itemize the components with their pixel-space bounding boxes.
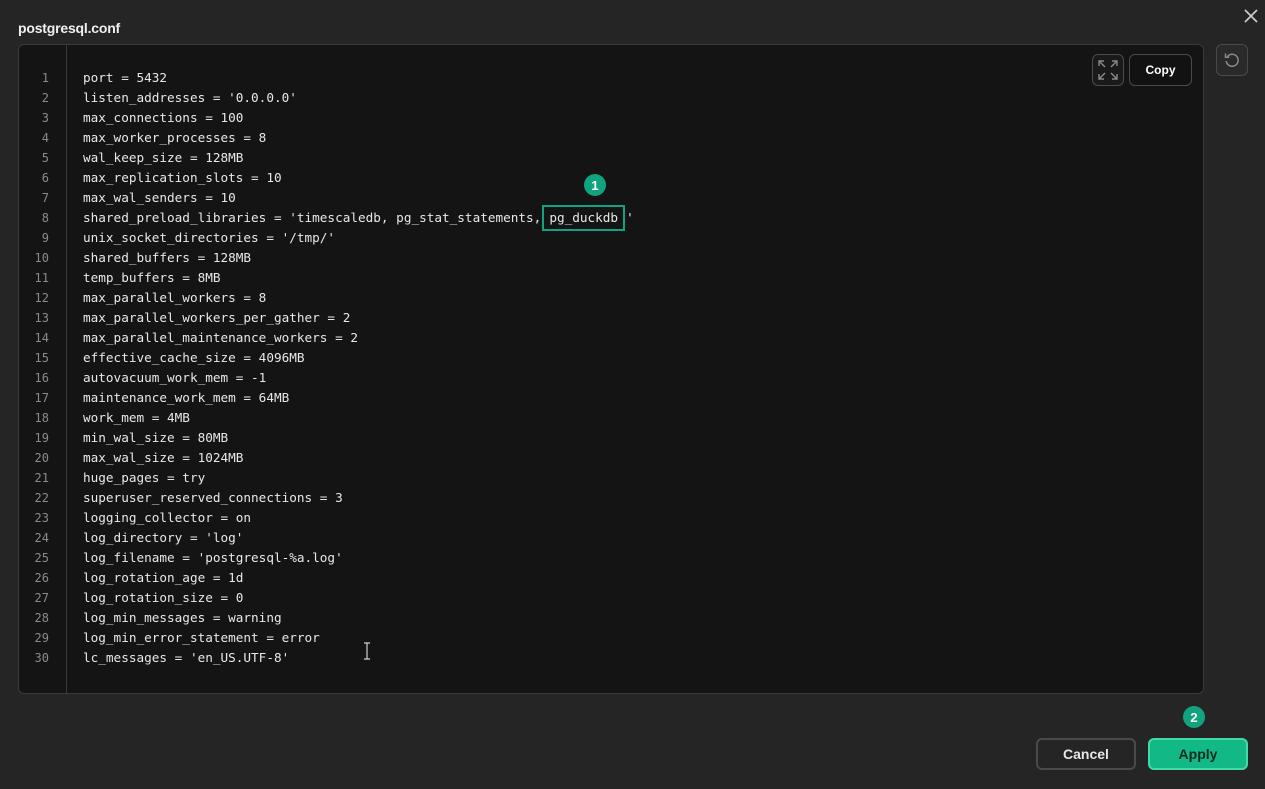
config-editor-dialog: postgresql.conf 1 2 3 4 5 6 7 8 9 10 11 12 13 14 15 16 1… [0,0,1265,789]
code-line[interactable]: min_wal_size = 80MB [83,428,228,448]
line-number: 8 [41,211,49,225]
code-line[interactable]: max_wal_size = 1024MB [83,448,243,468]
line-number: 23 [34,511,49,525]
code-line[interactable]: max_parallel_workers = 8 [83,288,266,308]
code-line[interactable]: max_wal_senders = 10 [83,188,236,208]
code-line[interactable]: max_parallel_workers_per_gather = 2 [83,308,350,328]
dialog-title: postgresql.conf [18,20,121,36]
code-line[interactable]: superuser_reserved_connections = 3 [83,488,343,508]
code-line[interactable]: lc_messages = 'en_US.UTF-8' [83,648,289,668]
line-number: 2 [41,91,49,105]
code-line[interactable]: effective_cache_size = 4096MB [83,348,305,368]
code-line[interactable]: work_mem = 4MB [83,408,190,428]
line-number: 29 [34,631,49,645]
line-number: 6 [41,171,49,185]
expand-button[interactable] [1092,54,1124,86]
line-number: 1 [41,71,49,85]
line-number: 12 [34,291,49,305]
code-line[interactable]: max_parallel_maintenance_workers = 2 [83,328,358,348]
line-number: 17 [34,391,49,405]
reset-button[interactable] [1216,44,1248,76]
line-number: 3 [41,111,49,125]
line-number: 5 [41,151,49,165]
highlighted-token: pg_duckdb [542,205,626,231]
code-line[interactable]: logging_collector = on [83,508,251,528]
line-number: 4 [41,131,49,145]
close-icon [1244,9,1258,23]
line-number: 21 [34,471,49,485]
line-number: 25 [34,551,49,565]
code-line[interactable]: shared_buffers = 128MB [83,248,251,268]
line-tail: ' [626,210,634,225]
code-line[interactable]: max_replication_slots = 10 [83,168,282,188]
step-marker-1: 1 [584,174,606,196]
line-number: 28 [34,611,49,625]
line-number: 14 [34,331,49,345]
step-marker-2: 2 [1183,706,1205,728]
code-line[interactable]: port = 5432 [83,68,167,88]
line-number: 18 [34,411,49,425]
text-cursor-icon [364,642,370,660]
code-line[interactable]: huge_pages = try [83,468,205,488]
code-line[interactable]: unix_socket_directories = '/tmp/' [83,228,335,248]
line-number: 19 [34,431,49,445]
line-number: 16 [34,371,49,385]
line-number: 30 [34,651,49,665]
code-line[interactable]: wal_keep_size = 128MB [83,148,243,168]
cancel-button[interactable]: Cancel [1036,738,1136,770]
code-line[interactable]: log_directory = 'log' [83,528,243,548]
code-line[interactable]: max_connections = 100 [83,108,243,128]
copy-button[interactable]: Copy [1129,54,1192,86]
code-line[interactable]: log_min_error_statement = error [83,628,320,648]
line-number: 13 [34,311,49,325]
code-line[interactable]: temp_buffers = 8MB [83,268,221,288]
line-number: 27 [34,591,49,605]
code-line[interactable]: log_filename = 'postgresql-%a.log' [83,548,343,568]
code-line[interactable]: log_rotation_size = 0 [83,588,243,608]
line-number: 11 [34,271,49,285]
code-line[interactable]: maintenance_work_mem = 64MB [83,388,289,408]
line-number: 9 [41,231,49,245]
code-line[interactable]: autovacuum_work_mem = -1 [83,368,266,388]
code-editor[interactable]: 1 2 3 4 5 6 7 8 9 10 11 12 13 14 15 16 17 18 19 20 21 22 23 24 2… [18,44,1204,694]
apply-button[interactable]: Apply [1148,738,1248,770]
close-button[interactable] [1241,6,1261,26]
code-line[interactable]: listen_addresses = '0.0.0.0' [83,88,297,108]
code-line[interactable]: log_rotation_age = 1d [83,568,243,588]
line-number: 24 [34,531,49,545]
code-line[interactable]: max_worker_processes = 8 [83,128,266,148]
code-line[interactable]: log_min_messages = warning [83,608,282,628]
expand-icon [1098,60,1118,80]
line-number: 7 [41,191,49,205]
line-number: 10 [34,251,49,265]
reset-icon [1224,53,1239,67]
line-number-gutter: 1 2 3 4 5 6 7 8 9 10 11 12 13 14 15 16 17 18 19 20 21 22 23 24 2… [19,45,67,693]
line-number: 26 [34,571,49,585]
line-number: 15 [34,351,49,365]
line-number: 22 [34,491,49,505]
line-number: 20 [34,451,49,465]
